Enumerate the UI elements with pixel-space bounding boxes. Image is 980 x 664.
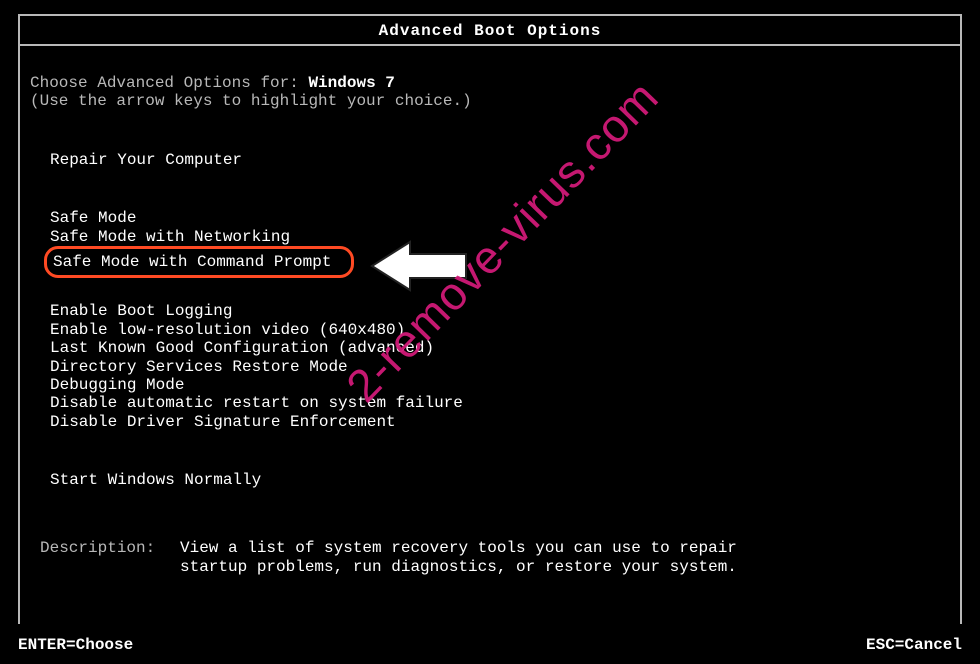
description-line1: View a list of system recovery tools you… bbox=[180, 539, 950, 557]
menu-safe-mode-networking[interactable]: Safe Mode with Networking bbox=[30, 228, 950, 246]
menu-disable-driver-sig[interactable]: Disable Driver Signature Enforcement bbox=[30, 413, 950, 431]
menu-low-resolution-video[interactable]: Enable low-resolution video (640x480) bbox=[30, 321, 950, 339]
content-area: Choose Advanced Options for: Windows 7 (… bbox=[20, 46, 960, 576]
menu-enable-boot-logging[interactable]: Enable Boot Logging bbox=[30, 302, 950, 320]
footer-esc: ESC=Cancel bbox=[866, 636, 962, 654]
menu-safe-mode-command-prompt[interactable]: Safe Mode with Command Prompt bbox=[53, 253, 331, 271]
footer-bar: ENTER=Choose ESC=Cancel bbox=[18, 636, 962, 654]
choose-line: Choose Advanced Options for: Windows 7 bbox=[30, 74, 950, 92]
menu-safe-mode[interactable]: Safe Mode bbox=[30, 209, 950, 227]
highlight-ring: Safe Mode with Command Prompt bbox=[44, 246, 354, 278]
footer-enter: ENTER=Choose bbox=[18, 636, 133, 654]
os-name: Windows 7 bbox=[308, 74, 394, 92]
menu-debugging-mode[interactable]: Debugging Mode bbox=[30, 376, 950, 394]
menu-start-windows-normally[interactable]: Start Windows Normally bbox=[30, 471, 950, 489]
boot-options-frame: Advanced Boot Options Choose Advanced Op… bbox=[18, 14, 962, 624]
description-row: Description: View a list of system recov… bbox=[30, 489, 950, 576]
menu-last-known-good-config[interactable]: Last Known Good Configuration (advanced) bbox=[30, 339, 950, 357]
page-title: Advanced Boot Options bbox=[20, 16, 960, 46]
hint-line: (Use the arrow keys to highlight your ch… bbox=[30, 92, 950, 110]
description-text: View a list of system recovery tools you… bbox=[180, 539, 950, 576]
choose-prefix: Choose Advanced Options for: bbox=[30, 74, 308, 92]
menu-disable-auto-restart[interactable]: Disable automatic restart on system fail… bbox=[30, 394, 950, 412]
menu-repair-your-computer[interactable]: Repair Your Computer bbox=[30, 151, 950, 169]
arrow-left-icon bbox=[370, 238, 470, 294]
description-line2: startup problems, run diagnostics, or re… bbox=[180, 558, 950, 576]
description-label: Description: bbox=[40, 539, 180, 576]
menu-directory-services-restore[interactable]: Directory Services Restore Mode bbox=[30, 358, 950, 376]
